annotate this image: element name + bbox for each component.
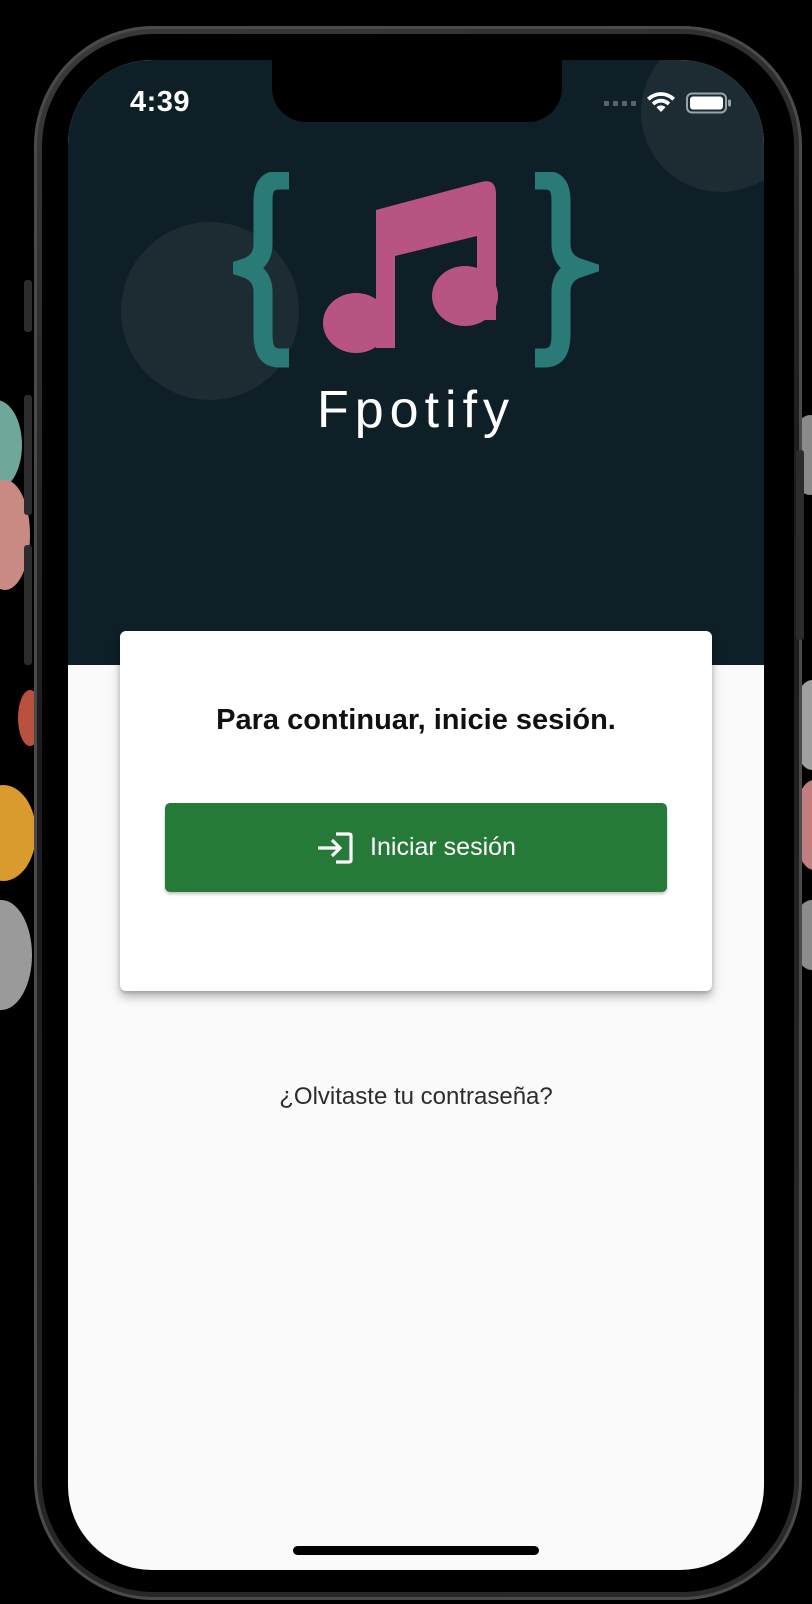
wifi-icon [647,92,675,112]
signal-icon [604,100,636,106]
forgot-password-link[interactable]: ¿Olvitaste tu contraseña? [68,1083,764,1111]
login-card: Para continuar, inicie sesión. Iniciar s… [120,631,712,991]
side-button [24,280,32,332]
decorative-circle [641,60,764,192]
device-stage: 4:39 Fpotify Para continuar, inicie sesi… [0,0,812,1604]
login-button[interactable]: Iniciar sesión [165,803,667,892]
wallpaper-blob [0,900,32,1010]
left-brace-icon [233,172,289,368]
music-note-braces-logo [233,172,599,368]
login-icon [318,831,353,864]
side-button [24,545,32,665]
login-button-label: Iniciar sesión [370,833,516,861]
right-brace-icon [535,172,599,368]
status-time: 4:39 [130,86,191,118]
wallpaper-blob [0,785,36,881]
login-card-title: Para continuar, inicie sesión. [216,704,616,736]
app-name: Fpotify [316,381,516,439]
device-notch [272,60,562,122]
wallpaper-blob [0,400,22,490]
home-indicator[interactable] [293,1546,539,1555]
music-note-icon [323,181,498,353]
side-button [796,450,804,640]
battery-icon [686,92,731,114]
status-icons [604,92,732,114]
app-screen: 4:39 Fpotify Para continuar, inicie sesi… [68,60,764,1570]
side-button [24,395,32,515]
